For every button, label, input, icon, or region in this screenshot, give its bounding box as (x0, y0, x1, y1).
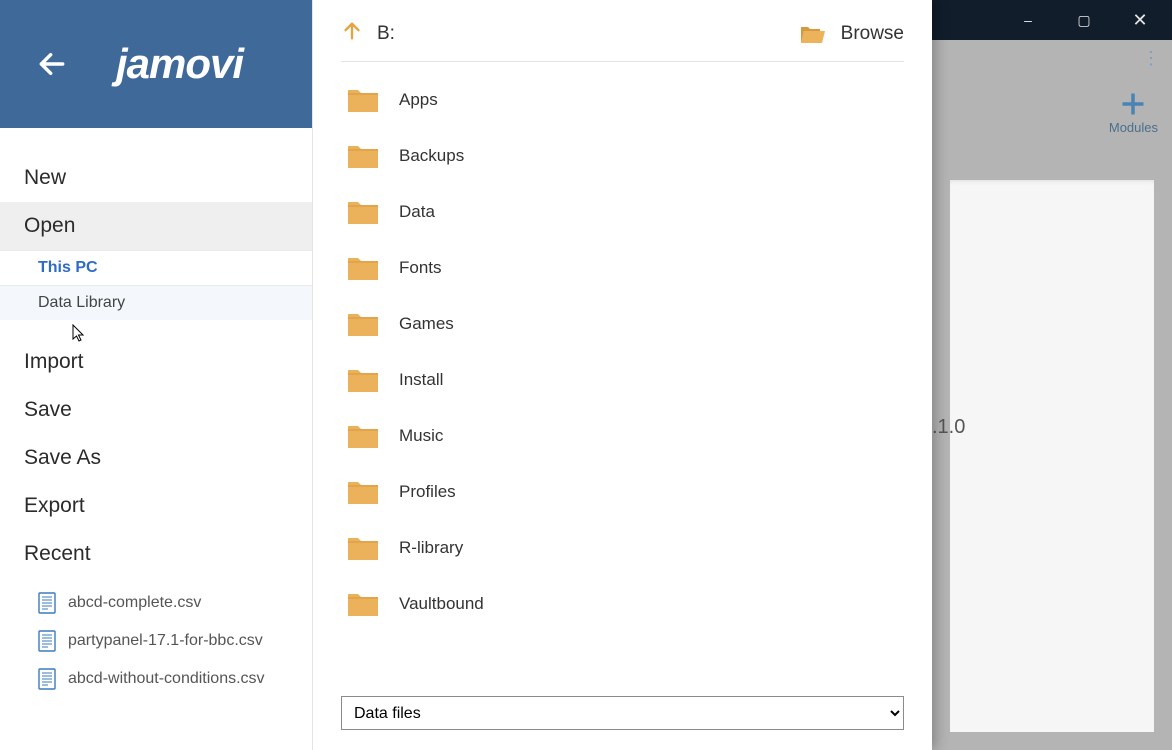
folder-icon (345, 590, 381, 618)
folder-icon (345, 534, 381, 562)
recent-file-item[interactable]: abcd-without-conditions.csv (38, 660, 312, 698)
modules-button[interactable]: Modules (1109, 90, 1158, 135)
recent-file-label: partypanel-17.1-for-bbc.csv (68, 632, 263, 650)
folder-icon (345, 310, 381, 338)
folder-label: Music (399, 426, 443, 446)
folder-icon (345, 254, 381, 282)
app-content-panel (950, 180, 1154, 732)
version-text-fragment: .1.0 (932, 416, 965, 439)
file-type-filter[interactable]: Data files (341, 696, 904, 730)
recent-file-label: abcd-complete.csv (68, 594, 201, 612)
recent-files-list: abcd-complete.csv partypanel-17.1-for-bb… (0, 578, 312, 698)
menu-item-new[interactable]: New (0, 154, 312, 202)
folder-icon (345, 366, 381, 394)
folder-item[interactable]: Games (341, 296, 904, 352)
folder-icon (345, 422, 381, 450)
file-browser-header: B: Browse (341, 20, 904, 62)
folder-item[interactable]: R-library (341, 520, 904, 576)
file-menu-list: New Open This PC Data Library Import Sav… (0, 128, 312, 750)
recent-file-label: abcd-without-conditions.csv (68, 670, 265, 688)
current-path-label: B: (377, 23, 395, 45)
folder-list: Apps Backups Data Fonts (341, 62, 904, 686)
folder-item[interactable]: Data (341, 184, 904, 240)
folder-label: Backups (399, 146, 464, 166)
folder-open-icon (799, 23, 827, 45)
browse-label: Browse (841, 23, 904, 45)
file-icon (38, 592, 56, 614)
menu-item-recent: Recent (0, 530, 312, 578)
file-type-filter-row: Data files (341, 686, 904, 730)
arrow-up-icon (341, 20, 363, 42)
window-titlebar: – ▢ ✕ (932, 0, 1172, 40)
menu-item-save-as[interactable]: Save As (0, 434, 312, 482)
folder-label: Profiles (399, 482, 456, 502)
path-controls: B: (341, 20, 395, 47)
recent-file-item[interactable]: partypanel-17.1-for-bbc.csv (38, 622, 312, 660)
arrow-left-icon (36, 44, 68, 84)
more-menu-icon[interactable]: ⋮ (1142, 48, 1160, 69)
app-logo: jamovi (116, 40, 243, 88)
folder-item[interactable]: Fonts (341, 240, 904, 296)
window-close-button[interactable]: ✕ (1124, 0, 1156, 40)
folder-icon (345, 198, 381, 226)
file-icon (38, 630, 56, 652)
menu-item-save[interactable]: Save (0, 386, 312, 434)
folder-icon (345, 142, 381, 170)
file-icon (38, 668, 56, 690)
folder-label: Data (399, 202, 435, 222)
folder-label: Install (399, 370, 443, 390)
window-maximize-button[interactable]: ▢ (1068, 0, 1100, 40)
folder-item[interactable]: Install (341, 352, 904, 408)
folder-icon (345, 86, 381, 114)
file-menu-panel: jamovi New Open This PC Data Library Imp… (0, 0, 313, 750)
back-button[interactable] (36, 48, 68, 80)
browse-control[interactable]: Browse (799, 23, 904, 45)
folder-label: Fonts (399, 258, 442, 278)
window-minimize-button[interactable]: – (1012, 0, 1044, 40)
file-open-overlay: jamovi New Open This PC Data Library Imp… (0, 0, 932, 750)
folder-icon (345, 478, 381, 506)
folder-item[interactable]: Music (341, 408, 904, 464)
plus-module-icon (1119, 90, 1147, 118)
menu-item-export[interactable]: Export (0, 482, 312, 530)
folder-label: R-library (399, 538, 463, 558)
folder-label: Apps (399, 90, 438, 110)
file-menu-header: jamovi (0, 0, 312, 128)
recent-file-item[interactable]: abcd-complete.csv (38, 584, 312, 622)
folder-item[interactable]: Backups (341, 128, 904, 184)
open-sub-data-library[interactable]: Data Library (0, 285, 312, 320)
folder-item[interactable]: Apps (341, 72, 904, 128)
modules-label: Modules (1109, 120, 1158, 135)
app-background: ⋮ Modules .1.0 (932, 40, 1172, 750)
open-sub-this-pc[interactable]: This PC (0, 250, 312, 285)
menu-item-import[interactable]: Import (0, 338, 312, 386)
folder-label: Games (399, 314, 454, 334)
folder-item[interactable]: Profiles (341, 464, 904, 520)
file-browser-panel: B: Browse Apps Backups (313, 0, 932, 750)
folder-item[interactable]: Vaultbound (341, 576, 904, 632)
menu-item-open[interactable]: Open (0, 202, 312, 250)
folder-label: Vaultbound (399, 594, 484, 614)
parent-directory-button[interactable] (341, 20, 363, 47)
